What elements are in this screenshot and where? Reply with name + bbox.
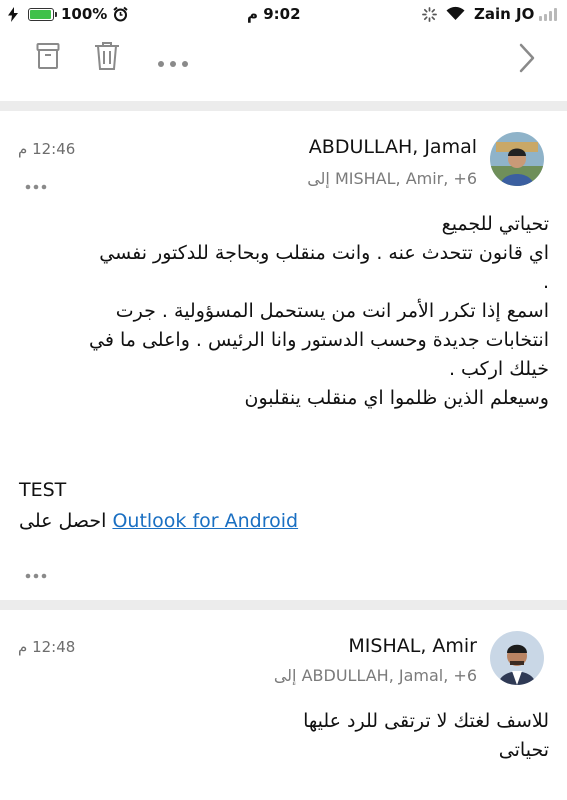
alarm-icon [113,6,128,26]
body-line: تحياتي للجميع [441,213,549,235]
battery-level [30,10,51,19]
body-line: للاسف لغتك لا ترتقى للرد عليها [303,710,549,732]
sender-avatar[interactable] [490,631,544,685]
signature-footer: احصل على Outlook for Android [19,510,298,532]
battery-nub [55,12,57,17]
loading-icon [422,7,437,26]
body-line: خيلك اركب . [448,358,549,380]
more-icon[interactable] [157,53,189,72]
signature-label: TEST [19,479,67,501]
sender-avatar[interactable] [490,132,544,186]
toolbar-divider [0,101,567,111]
message-card[interactable]: MISHAL, Amir إلى ABDULLAH, Jamal, +6 12:… [0,610,567,800]
body-line: اي قانون تتحدث عنه . وانت منقلب وبحاجة ل… [99,242,549,264]
show-quoted-icon[interactable] [25,564,47,583]
battery-percent: 100% [61,5,108,23]
chevron-right-icon[interactable] [518,43,536,77]
body-line: انتخابات جديدة وحسب الدستور وانا الرئيس … [89,329,549,351]
message-time: 12:48 م [18,638,76,656]
message-time: 12:46 م [18,140,76,158]
recipients[interactable]: إلى MISHAL, Amir, +6 [307,169,477,188]
wifi-icon [446,6,465,25]
message-body: للاسف لغتك لا ترتقى للرد عليها تحياتى [19,707,549,765]
sender-name: MISHAL, Amir [348,635,477,657]
status-bar: 100% 9:02 م Zain JO [0,0,567,30]
archive-icon[interactable] [36,42,60,74]
sender-name: ABDULLAH, Jamal [308,136,477,158]
body-line: وسيعلم الذين ظلموا اي منقلب ينقلبون [244,387,549,409]
header-more-icon[interactable] [25,175,47,194]
body-line: . [542,271,549,293]
body-line: اسمع إذا تكرر الأمر انت من يستحمل المسؤو… [115,300,549,322]
recipients[interactable]: إلى ABDULLAH, Jamal, +6 [274,666,477,685]
toolbar [0,30,567,90]
status-time: 9:02 م [247,5,301,23]
body-line: تحياتى [498,739,549,761]
outlook-link[interactable]: Outlook for Android [112,510,298,532]
footer-prefix: احصل على [19,510,107,532]
battery-icon [28,8,54,21]
message-card[interactable]: ABDULLAH, Jamal إلى MISHAL, Amir, +6 12:… [0,111,567,600]
message-divider [0,600,567,610]
trash-icon[interactable] [94,41,120,75]
signal-icon [539,8,559,21]
carrier-name: Zain JO [474,5,535,23]
message-body: تحياتي للجميع اي قانون تتحدث عنه . وانت … [19,210,549,413]
charging-bolt-icon [8,7,18,26]
